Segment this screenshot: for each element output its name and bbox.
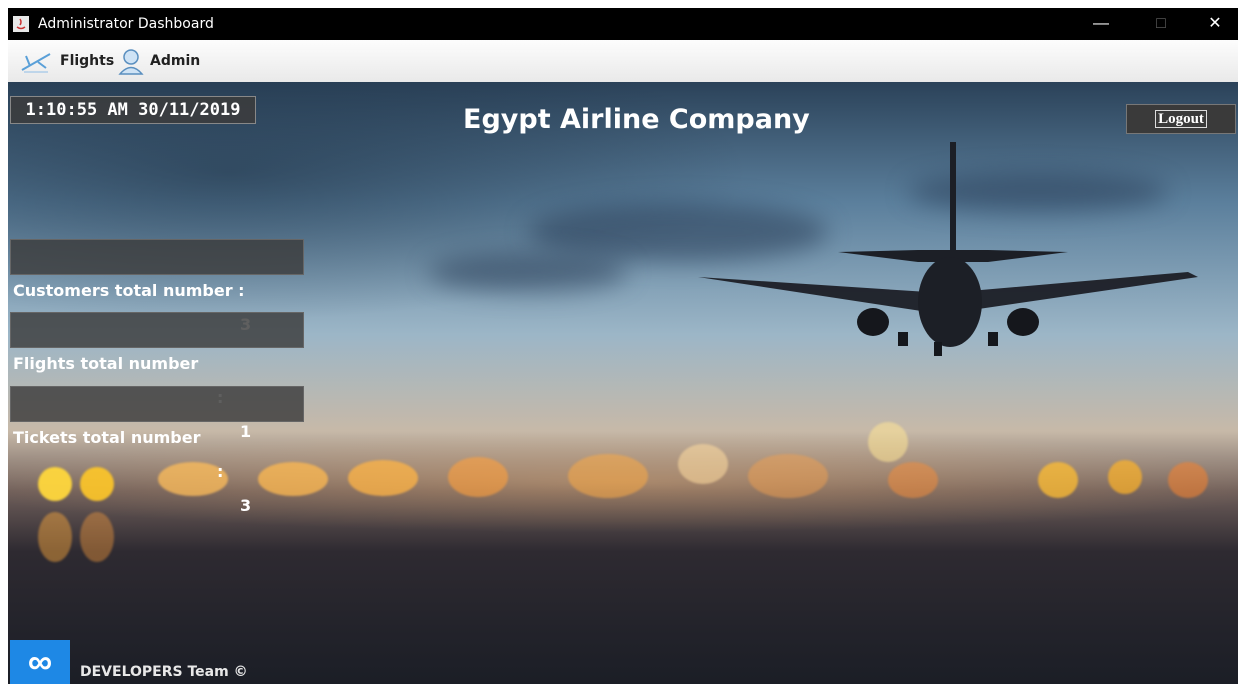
logout-button[interactable]: Logout xyxy=(1126,104,1236,134)
app-window: Administrator Dashboard — □ ✕ Flights Ad… xyxy=(8,8,1238,684)
light xyxy=(1038,462,1078,498)
light xyxy=(348,460,418,496)
java-app-icon xyxy=(13,16,29,32)
clock-display: 1:10:55 AM 30/11/2019 xyxy=(10,96,256,124)
developers-footer: ∞ DEVELOPERS Team © xyxy=(10,640,248,684)
title-bar: Administrator Dashboard — □ ✕ xyxy=(8,8,1238,40)
airplane-icon xyxy=(21,53,51,73)
tickets-count-panel: Tickets total number : 3 xyxy=(10,386,304,515)
infinity-logo-icon: ∞ xyxy=(10,640,70,684)
light xyxy=(888,462,938,498)
menu-admin[interactable]: Admin xyxy=(118,46,200,76)
menu-flights-label: Flights xyxy=(60,53,115,69)
dashboard-background: 1:10:55 AM 30/11/2019 Egypt Airline Comp… xyxy=(8,82,1238,684)
airplane-silhouette xyxy=(698,142,1198,356)
admin-user-icon xyxy=(118,49,144,75)
customers-count-panel: Customers total number : 3 xyxy=(10,239,304,334)
window-title: Administrator Dashboard xyxy=(38,16,214,32)
light-reflection xyxy=(80,512,114,562)
light xyxy=(568,454,648,498)
light xyxy=(868,422,908,462)
tickets-count-value: 3 xyxy=(240,496,252,515)
light xyxy=(80,467,114,501)
flights-count-panel: Flights total number : 1 xyxy=(10,312,304,441)
maximize-button[interactable]: □ xyxy=(1138,8,1184,40)
tickets-count-separator: : xyxy=(217,462,224,481)
logout-label: Logout xyxy=(1155,110,1207,128)
light xyxy=(1168,462,1208,498)
company-title: Egypt Airline Company xyxy=(463,104,810,135)
customers-count-label: Customers total number : xyxy=(13,281,245,300)
menu-bar: Flights Admin xyxy=(8,40,1238,83)
close-button[interactable]: ✕ xyxy=(1192,8,1238,40)
cloud xyxy=(428,252,628,292)
light xyxy=(1108,460,1142,494)
menu-flights[interactable]: Flights xyxy=(20,46,114,76)
light xyxy=(448,457,508,497)
light xyxy=(258,462,328,496)
light xyxy=(748,454,828,498)
tickets-count-label: Tickets total number xyxy=(13,428,201,447)
flights-count-label: Flights total number xyxy=(13,354,199,373)
developers-team-text: DEVELOPERS Team © xyxy=(80,664,248,680)
menu-admin-label: Admin xyxy=(150,53,201,69)
light xyxy=(678,444,728,484)
minimize-button[interactable]: — xyxy=(1078,8,1124,40)
